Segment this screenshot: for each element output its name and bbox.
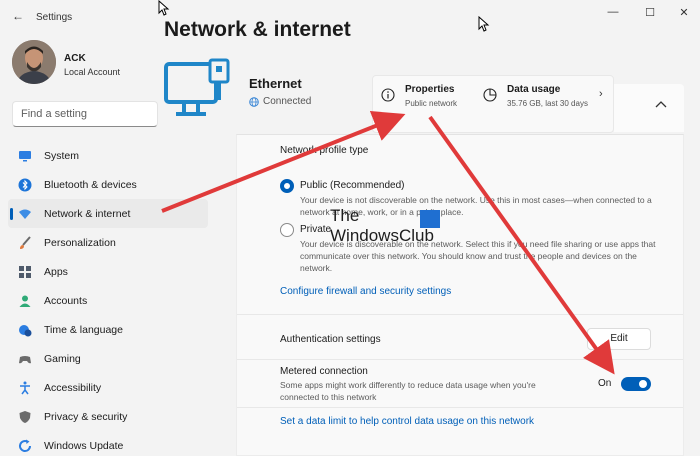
- profile-name: ACK: [64, 53, 86, 64]
- properties-subtitle: Public network: [405, 99, 458, 108]
- close-button[interactable]: ✕: [674, 6, 694, 20]
- wifi-icon: [19, 209, 31, 219]
- data-limit-link[interactable]: Set a data limit to help control data us…: [280, 416, 534, 427]
- toggle-knob: [639, 380, 647, 388]
- profile-account-type: Local Account: [64, 67, 121, 77]
- divider: [237, 407, 683, 408]
- card-header[interactable]: [614, 84, 684, 132]
- app-title: Settings: [36, 12, 73, 23]
- connection-status-text: Connected: [263, 96, 312, 107]
- gamepad-icon: [19, 355, 31, 363]
- properties-bar: Properties Public network Data usage 35.…: [372, 75, 614, 133]
- watermark-line2: WindowsClub: [330, 226, 434, 245]
- connection-name: Ethernet: [249, 76, 302, 91]
- authentication-label: Authentication settings: [280, 334, 381, 345]
- sidebar-item-bluetooth[interactable]: Bluetooth & devices: [8, 170, 208, 199]
- sidebar-item-label: Accounts: [44, 294, 88, 307]
- update-icon: [19, 439, 32, 452]
- metered-desc: Some apps might work differently to redu…: [280, 380, 536, 402]
- maximize-button[interactable]: ☐: [640, 6, 660, 20]
- sidebar-item-label: Network & internet: [44, 207, 131, 220]
- search-box[interactable]: [12, 101, 158, 127]
- sidebar-item-windows-update[interactable]: Windows Update: [8, 431, 208, 456]
- sidebar-item-apps[interactable]: Apps: [8, 257, 208, 286]
- sidebar-item-label: Windows Update: [44, 439, 124, 452]
- sidebar-nav: System Bluetooth & devices Network & int…: [8, 141, 208, 456]
- pie-chart-icon: [483, 88, 497, 102]
- sidebar-item-gaming[interactable]: Gaming: [8, 344, 208, 373]
- sidebar-item-label: Gaming: [44, 352, 81, 365]
- sidebar-item-label: Accessibility: [44, 381, 102, 394]
- ethernet-monitor-icon: [164, 58, 230, 116]
- shield-icon: [19, 410, 31, 423]
- avatar: [12, 40, 56, 84]
- globe-icon: [249, 96, 259, 107]
- private-radio[interactable]: [280, 223, 294, 237]
- chevron-up-icon[interactable]: [654, 98, 668, 110]
- metered-title: Metered connection: [280, 366, 368, 377]
- toggle-state-label: On: [598, 378, 612, 389]
- mouse-cursor-icon: [158, 0, 170, 16]
- accessibility-icon: [20, 381, 30, 394]
- public-option-title: Public (Recommended): [300, 180, 405, 191]
- page-title: Network & internet: [164, 18, 351, 41]
- bluetooth-icon: [18, 178, 32, 191]
- private-option-title: Private: [300, 224, 332, 235]
- sidebar-item-label: Personalization: [44, 236, 116, 249]
- properties-title: Properties: [405, 84, 455, 95]
- public-radio[interactable]: [280, 179, 294, 193]
- watermark-logo-icon: [420, 210, 440, 228]
- metered-toggle[interactable]: [621, 377, 651, 391]
- divider: [237, 314, 683, 315]
- watermark: The WindowsClub: [330, 206, 450, 266]
- search-input[interactable]: [13, 102, 157, 126]
- edit-button[interactable]: Edit: [587, 328, 651, 350]
- sidebar-item-privacy[interactable]: Privacy & security: [8, 402, 208, 431]
- sidebar-item-accessibility[interactable]: Accessibility: [8, 373, 208, 402]
- sidebar-item-personalization[interactable]: Personalization: [8, 228, 208, 257]
- apps-icon: [19, 265, 31, 278]
- network-profile-panel: Network profile type Public (Recommended…: [236, 134, 684, 456]
- info-icon: [381, 88, 395, 102]
- sidebar-item-label: Bluetooth & devices: [44, 178, 137, 191]
- mouse-cursor-icon: [478, 16, 490, 32]
- data-usage-title: Data usage: [507, 84, 561, 95]
- sidebar-item-network[interactable]: Network & internet: [8, 199, 208, 228]
- monitor-icon: [19, 150, 31, 161]
- person-icon: [19, 295, 31, 307]
- divider: [237, 359, 683, 360]
- chevron-right-icon[interactable]: ›: [599, 88, 603, 100]
- minimize-button[interactable]: —: [603, 6, 623, 20]
- firewall-settings-link[interactable]: Configure firewall and security settings: [280, 286, 451, 297]
- clock-globe-icon: [19, 324, 32, 336]
- sidebar-item-accounts[interactable]: Accounts: [8, 286, 208, 315]
- sidebar-item-label: Time & language: [44, 323, 123, 336]
- sidebar-item-system[interactable]: System: [8, 141, 208, 170]
- connection-status: Connected: [249, 96, 311, 107]
- brush-icon: [20, 235, 31, 249]
- back-arrow-icon[interactable]: ←: [12, 9, 26, 23]
- data-usage-subtitle: 35.76 GB, last 30 days: [507, 99, 588, 108]
- sidebar-item-label: System: [44, 149, 80, 162]
- sidebar-item-time-language[interactable]: Time & language: [8, 315, 208, 344]
- section-title: Network profile type: [280, 145, 369, 156]
- watermark-line1: The: [330, 206, 360, 225]
- sidebar-item-label: Privacy & security: [44, 410, 128, 423]
- sidebar-item-label: Apps: [44, 265, 68, 278]
